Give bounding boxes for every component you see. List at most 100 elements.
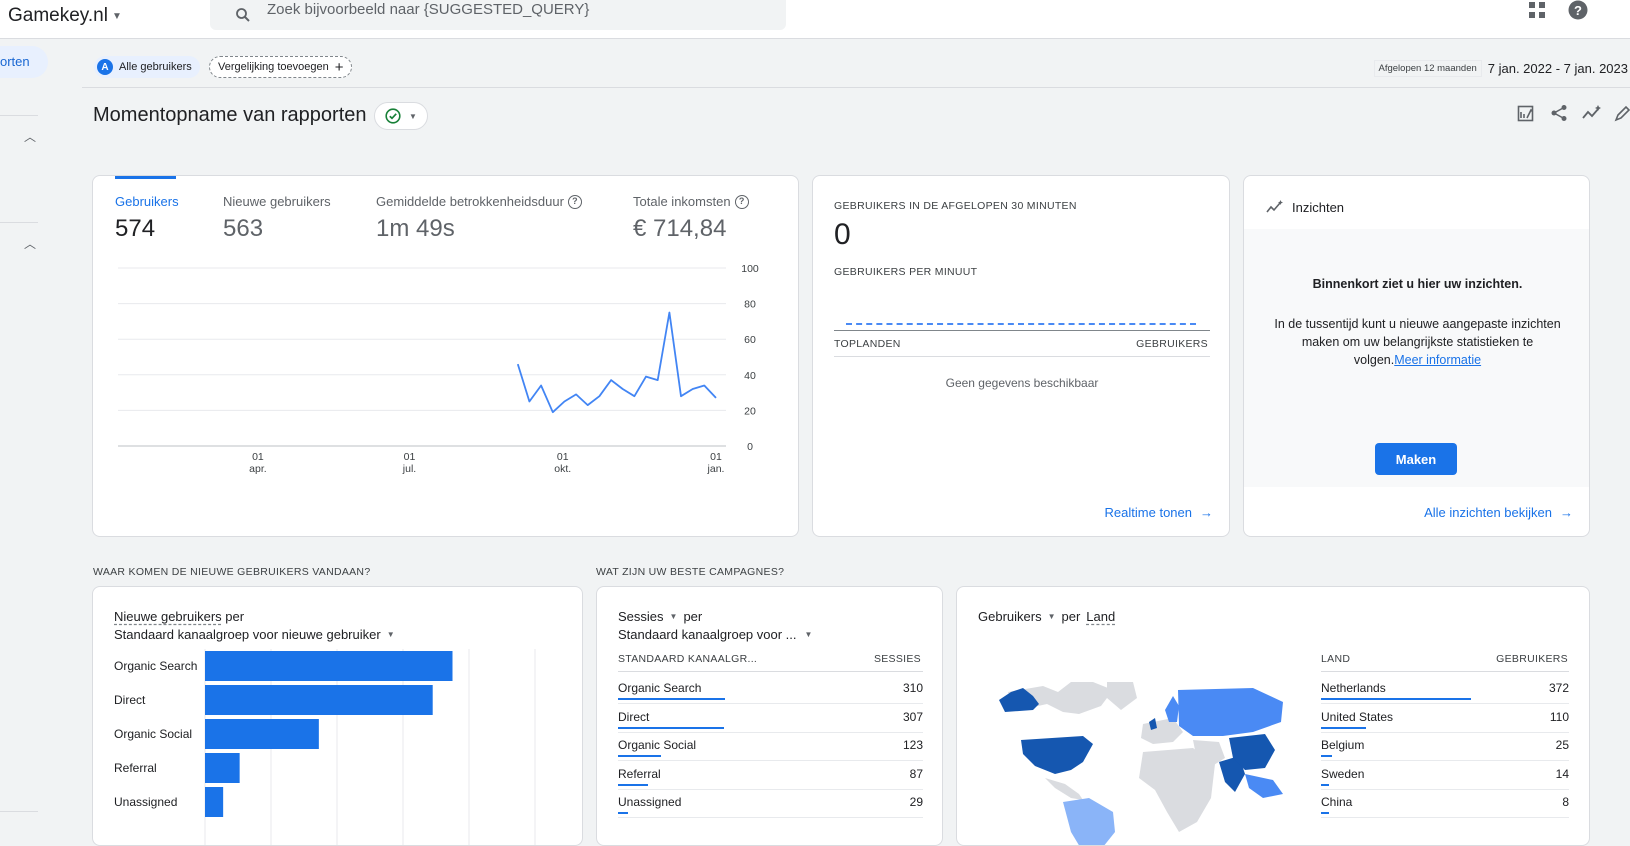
insights-headline: Binnenkort ziet u hier uw inzichten. [1312, 277, 1523, 291]
row-progress-bar [618, 698, 725, 700]
card-title: Gebruikers ▼ per Land [978, 609, 1115, 624]
learn-more-link[interactable]: Meer informatie [1394, 353, 1481, 367]
apps-grid-icon[interactable] [1528, 1, 1546, 19]
empty-state-text: Geen gegevens beschikbaar [945, 376, 1099, 390]
column-header-country: LAND [1321, 653, 1351, 665]
section-heading-campaigns: WAT ZIJN UW BESTE CAMPAGNES? [596, 566, 785, 578]
row-divider [1321, 731, 1569, 733]
y-tick-label: 0 [747, 441, 753, 453]
help-icon[interactable]: ? [1568, 0, 1588, 20]
insights-icon [1266, 200, 1283, 213]
chevron-up-icon[interactable]: ︿ [24, 235, 36, 252]
row-divider [618, 788, 923, 790]
sidebar-divider [0, 115, 38, 116]
realtime-link[interactable]: Realtime tonen → [1105, 505, 1213, 520]
campaigns-card: Sessies ▼ per Standaard kanaalgroep voor… [596, 586, 943, 846]
dimension-selector[interactable]: Standaard kanaalgroep voor ... ▼ [618, 627, 812, 642]
metric-selector[interactable]: Gebruikers [978, 609, 1042, 624]
row-divider [1321, 760, 1569, 761]
sidebar-divider [0, 222, 38, 223]
caret-down-icon[interactable]: ▼ [670, 612, 678, 621]
table-row[interactable]: Organic Search 310 [618, 681, 923, 709]
row-value: 372 [1548, 681, 1569, 695]
all-insights-link[interactable]: Alle inzichten bekijken → [1424, 505, 1573, 520]
y-tick-label: 100 [741, 263, 759, 275]
row-value: 310 [902, 681, 923, 695]
row-progress-bar [1321, 812, 1329, 814]
dimension-selector[interactable]: Land [1086, 609, 1115, 624]
column-header-dimension: STANDAARD KANAALGR... [618, 653, 758, 665]
realtime-heading: GEBRUIKERS IN DE AFGELOPEN 30 MINUTEN [834, 200, 1077, 212]
add-comparison-button[interactable]: Vergelijking toevoegen + [209, 56, 353, 78]
page-title: Momentopname van rapporten [93, 104, 367, 126]
filter-bar: A Alle gebruikers Vergelijking toevoegen… [82, 56, 1630, 88]
bar[interactable] [205, 685, 433, 715]
y-tick-label: 40 [744, 370, 756, 382]
table-row[interactable]: Referral 87 [618, 767, 923, 795]
table-row[interactable]: China 8 [1321, 795, 1569, 823]
new-users-card: Nieuwe gebruikers per Standaard kanaalgr… [92, 586, 583, 846]
category-label: Unassigned [114, 795, 177, 809]
column-header-country: TOPLANDEN [834, 338, 901, 350]
insights-card: Inzichten Binnenkort ziet u hier uw inzi… [1243, 175, 1590, 537]
x-tick-label: okt. [554, 463, 571, 475]
table-row[interactable]: Belgium 25 [1321, 738, 1569, 766]
search-bar[interactable]: Zoek bijvoorbeeld naar {SUGGESTED_QUERY} [210, 0, 786, 30]
insights-icon[interactable] [1582, 104, 1602, 122]
date-range-text: 7 jan. 2022 - 7 jan. 2023 [1487, 61, 1628, 76]
table-row[interactable]: Direct 307 [618, 710, 923, 738]
map-region-greenland [1107, 682, 1137, 710]
x-tick-label: 01 [404, 451, 416, 463]
status-dropdown[interactable]: ▼ [374, 102, 428, 130]
row-progress-bar [618, 783, 648, 786]
segment-label: Alle gebruikers [119, 61, 192, 73]
edit-icon[interactable] [1614, 104, 1630, 122]
caret-down-icon: ▼ [409, 111, 417, 121]
per-minute-sparkline [846, 323, 1196, 325]
table-row[interactable]: United States 110 [1321, 710, 1569, 738]
sidebar-item-label: orten [0, 54, 30, 69]
table-row[interactable]: Unassigned 29 [618, 795, 923, 823]
row-progress-bar [1321, 726, 1366, 729]
metric-selector[interactable]: Sessies [618, 609, 664, 624]
divider [1321, 671, 1569, 672]
insights-description: In de tussentijd kunt u nieuwe aangepast… [1269, 315, 1566, 369]
property-name: Gamekey.nl [8, 5, 108, 26]
customize-report-icon[interactable] [1517, 104, 1535, 122]
caret-down-icon[interactable]: ▼ [1048, 612, 1056, 621]
chevron-up-icon[interactable]: ︿ [24, 128, 36, 145]
table-row[interactable]: Sweden 14 [1321, 767, 1569, 795]
create-button[interactable]: Maken [1375, 443, 1457, 475]
category-label: Organic Search [114, 659, 197, 673]
row-progress-bar [618, 755, 661, 757]
per-minute-label: GEBRUIKERS PER MINUUT [834, 266, 978, 278]
overview-card: Gebruikers 574 Nieuwe gebruikers 563 Gem… [92, 175, 799, 537]
comparison-label: Vergelijking toevoegen [218, 61, 329, 73]
sidebar-divider [0, 811, 38, 812]
row-label: Referral [618, 766, 661, 781]
bar[interactable] [205, 651, 453, 681]
check-circle-icon [385, 108, 401, 124]
bar[interactable] [205, 719, 319, 749]
table-row[interactable]: Netherlands 372 [1321, 681, 1569, 709]
sidebar-item-reports[interactable]: orten [0, 46, 48, 78]
bar[interactable] [205, 787, 224, 817]
share-icon[interactable] [1550, 104, 1568, 122]
map-region-south-america [1063, 798, 1115, 845]
row-value: 87 [909, 766, 923, 781]
world-map [999, 682, 1283, 845]
category-label: Referral [114, 761, 157, 775]
column-header-users: GEBRUIKERS [1496, 653, 1568, 665]
x-tick-label: 01 [710, 451, 722, 463]
column-header-users: GEBRUIKERS [1136, 338, 1208, 350]
row-divider [618, 731, 923, 733]
property-selector[interactable]: Gamekey.nl ▼ [8, 5, 122, 27]
table-row[interactable]: Organic Social 123 [618, 738, 923, 766]
row-value: 307 [902, 709, 923, 724]
all-insights-label: Alle inzichten bekijken [1424, 505, 1552, 520]
segment-chip[interactable]: A Alle gebruikers [94, 56, 200, 78]
bar[interactable] [205, 753, 240, 783]
date-range-picker[interactable]: Afgelopen 12 maanden 7 jan. 2022 - 7 jan… [1373, 60, 1628, 77]
row-divider [1321, 788, 1569, 790]
row-label: China [1321, 795, 1353, 809]
